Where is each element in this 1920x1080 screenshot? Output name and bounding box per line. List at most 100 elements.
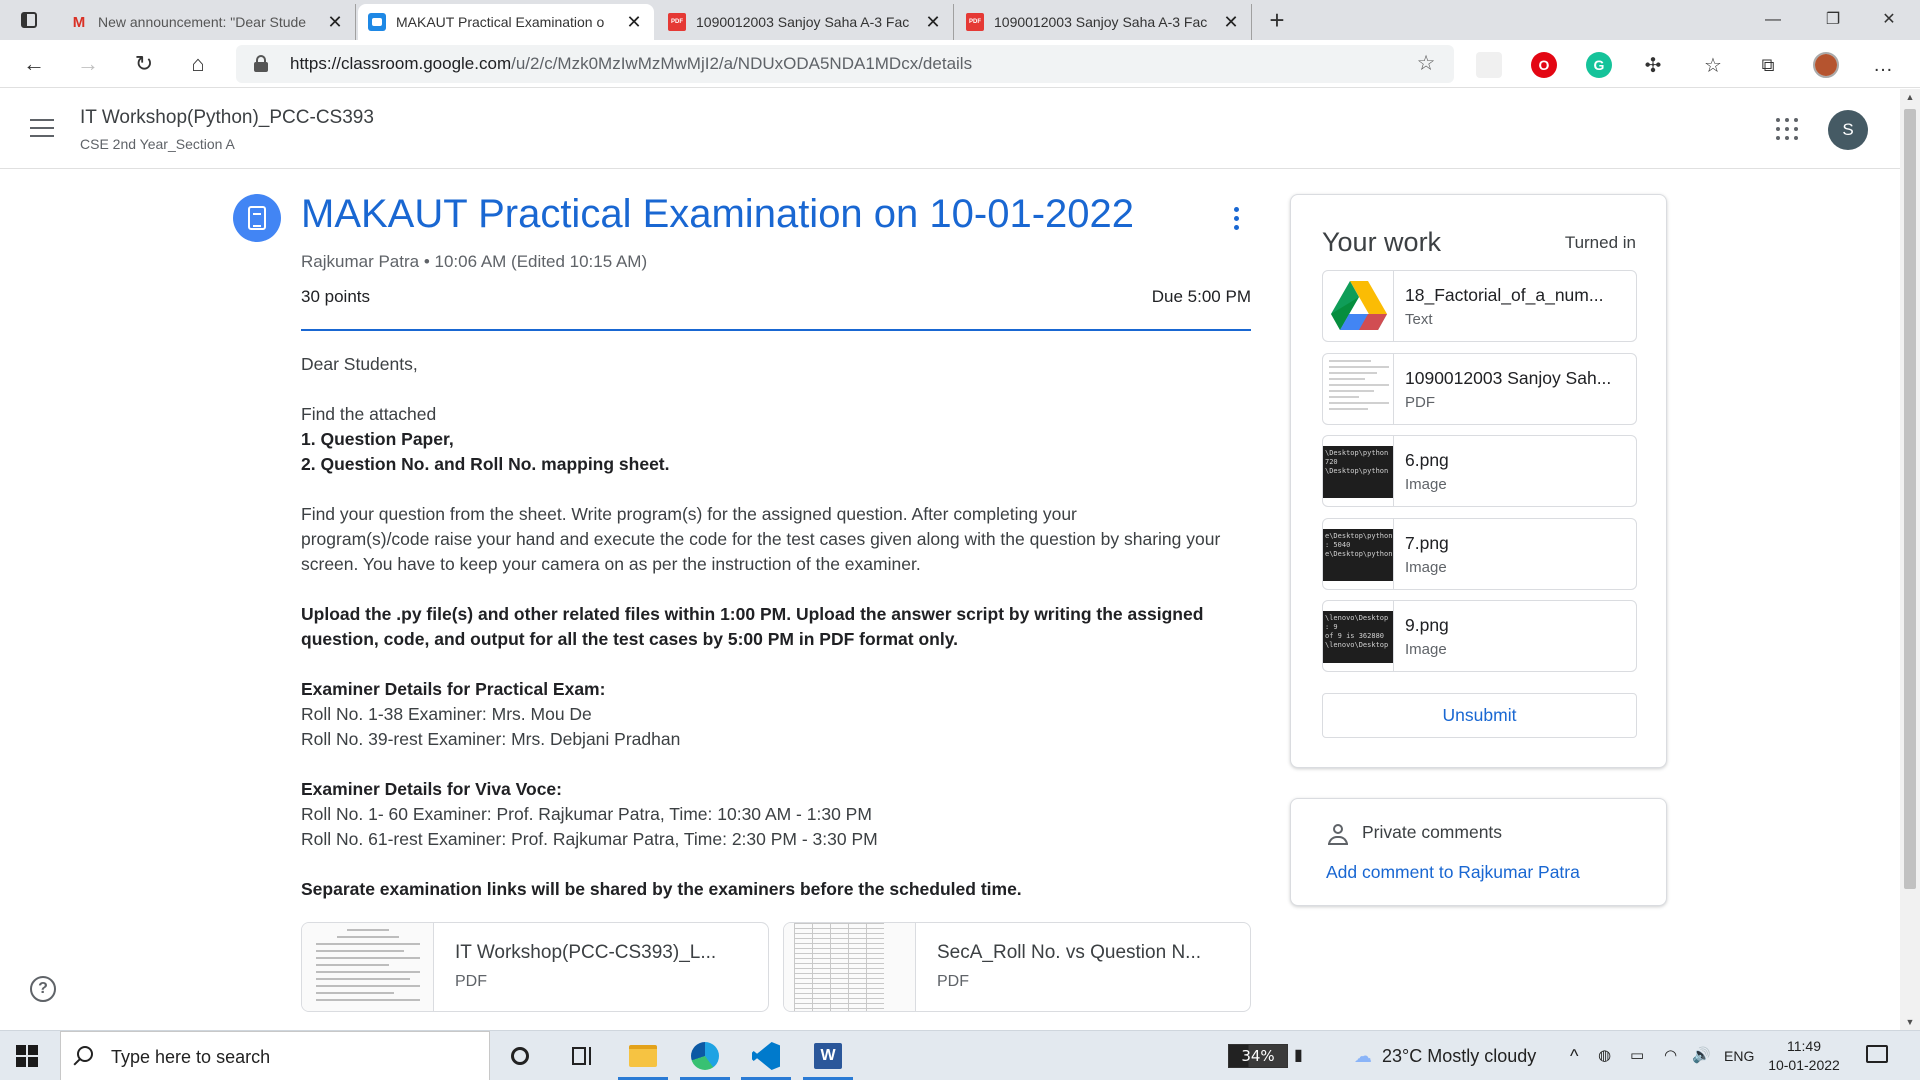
class-title[interactable]: IT Workshop(Python)_PCC-CS393	[80, 107, 374, 129]
terminal-preview: \Desktop\python 720 \Desktop\python	[1323, 446, 1393, 498]
submitted-file[interactable]: 18_Factorial_of_a_num... Text	[1322, 270, 1637, 342]
windows-start-icon[interactable]	[16, 1045, 38, 1067]
main-menu-icon[interactable]	[30, 119, 54, 137]
close-window-button[interactable]: ✕	[1866, 6, 1912, 34]
body-line: Find your question from the sheet. Write…	[301, 504, 1077, 524]
extensions-puzzle-icon[interactable]: ✣	[1640, 52, 1666, 78]
close-tab-icon[interactable]: ✕	[624, 12, 644, 32]
classroom-header: IT Workshop(Python)_PCC-CS393 CSE 2nd Ye…	[0, 89, 1900, 169]
assignment-title: MAKAUT Practical Examination on 10-01-20…	[301, 192, 1135, 236]
vscode-icon[interactable]	[749, 1039, 783, 1073]
assignment-icon	[233, 194, 281, 242]
attachment-question-paper[interactable]: IT Workshop(PCC-CS393)_L... PDF	[301, 922, 769, 1012]
tab-title: New announcement: "Dear Stude	[98, 14, 307, 30]
file-explorer-icon[interactable]	[626, 1039, 660, 1073]
browser-tab-pdf-1[interactable]: PDF 1090012003 Sanjoy Saha A-3 Fac ✕	[658, 4, 954, 40]
submission-status: Turned in	[1564, 233, 1636, 252]
scroll-down-arrow-icon[interactable]: ▼	[1900, 1014, 1920, 1030]
page-scrollbar[interactable]: ▲ ▼	[1900, 89, 1920, 1030]
clock-date: 10-01-2022	[1768, 1057, 1840, 1073]
account-avatar[interactable]: S	[1828, 110, 1868, 150]
file-type: Image	[1405, 641, 1447, 658]
body-line: Roll No. 39-rest Examiner: Mrs. Debjani …	[301, 729, 681, 749]
submitted-file[interactable]: 1090012003 Sanjoy Sah... PDF	[1322, 353, 1637, 425]
battery-meter[interactable]: 34%	[1228, 1044, 1288, 1068]
private-comments-label: Private comments	[1362, 822, 1503, 842]
tab-title: 1090012003 Sanjoy Saha A-3 Fac	[696, 14, 910, 30]
file-thumbnail: \lenovo\Desktop : 9 of 9 is 362880 \leno…	[1323, 601, 1394, 671]
url-text[interactable]: https://classroom.google.com/u/2/c/Mzk0M…	[290, 45, 972, 83]
body-line: program(s)/code raise your hand and exec…	[301, 529, 1221, 549]
extension-placeholder-icon[interactable]	[1476, 52, 1502, 78]
submitted-file[interactable]: e\Desktop\python lab : 5040 e\Desktop\py…	[1322, 518, 1637, 590]
address-bar[interactable]: https://classroom.google.com/u/2/c/Mzk0M…	[236, 45, 1454, 83]
browser-tab-gmail[interactable]: M New announcement: "Dear Stude ✕	[60, 4, 356, 40]
file-thumbnail: \Desktop\python 720 \Desktop\python	[1323, 436, 1394, 506]
file-thumbnail	[1323, 354, 1394, 424]
back-button[interactable]: ←	[18, 48, 50, 80]
preview-line: \Desktop\python	[1325, 449, 1389, 457]
body-line: Find the attached	[301, 404, 437, 424]
minimize-button[interactable]: —	[1750, 6, 1796, 34]
search-placeholder: Type here to search	[111, 1047, 271, 1067]
refresh-button[interactable]: ↻	[128, 48, 160, 80]
collections-icon[interactable]: ⧉	[1755, 52, 1781, 78]
attachment-name: IT Workshop(PCC-CS393)_L...	[455, 942, 717, 963]
home-button[interactable]: ⌂	[182, 48, 214, 80]
wifi-icon[interactable]: ◠	[1664, 1031, 1677, 1080]
classroom-icon	[368, 13, 386, 31]
browser-tab-pdf-2[interactable]: PDF 1090012003 Sanjoy Saha A-3 Fac ✕	[956, 4, 1252, 40]
restore-button[interactable]: ❐	[1810, 6, 1856, 34]
speaker-icon[interactable]: 🔊	[1692, 1031, 1711, 1080]
opera-extension-icon[interactable]: O	[1531, 52, 1557, 78]
google-apps-icon[interactable]	[1776, 118, 1798, 140]
profile-avatar[interactable]	[1813, 52, 1839, 78]
person-icon	[1327, 824, 1349, 846]
language-indicator[interactable]: ENG	[1724, 1031, 1754, 1080]
windows-taskbar: Type here to search W 34% ▮ ☁ 23°C Mostly…	[0, 1030, 1920, 1080]
system-clock[interactable]: 11:49 10-01-2022	[1766, 1037, 1842, 1075]
close-tab-icon[interactable]: ✕	[923, 12, 943, 32]
scroll-up-arrow-icon[interactable]: ▲	[1900, 89, 1920, 105]
task-view-icon[interactable]	[565, 1039, 599, 1073]
your-work-card: Your work Turned in 18_Factorial_of_a_nu…	[1290, 194, 1667, 768]
favorites-icon[interactable]: ☆	[1700, 52, 1726, 78]
show-hidden-icons-chevron-icon[interactable]: ^	[1570, 1031, 1578, 1080]
add-favorite-icon[interactable]: ☆	[1412, 50, 1440, 78]
more-vert-icon[interactable]	[1224, 205, 1248, 235]
scrollbar-thumb[interactable]	[1904, 109, 1916, 889]
unsubmit-button[interactable]: Unsubmit	[1322, 693, 1637, 738]
submitted-file[interactable]: \lenovo\Desktop : 9 of 9 is 362880 \leno…	[1322, 600, 1637, 672]
help-icon[interactable]: ?	[30, 976, 56, 1002]
weather-widget[interactable]: ☁ 23°C Mostly cloudy	[1354, 1031, 1536, 1080]
weather-text: 23°C Mostly cloudy	[1382, 1046, 1537, 1066]
tab-actions-menu-icon[interactable]	[14, 8, 42, 32]
terminal-preview: e\Desktop\python lab : 5040 e\Desktop\py…	[1323, 529, 1393, 581]
taskbar-search[interactable]: Type here to search	[60, 1031, 490, 1080]
body-line: Roll No. 61-rest Examiner: Prof. Rajkuma…	[301, 829, 878, 849]
submitted-file[interactable]: \Desktop\python 720 \Desktop\python 6.pn…	[1322, 435, 1637, 507]
browser-tab-classroom[interactable]: MAKAUT Practical Examination o ✕	[358, 4, 654, 40]
new-tab-button[interactable]: +	[1262, 6, 1292, 36]
word-icon[interactable]: W	[811, 1039, 845, 1073]
meet-now-icon[interactable]: ◍	[1598, 1031, 1611, 1080]
battery-icon[interactable]: ▭	[1630, 1031, 1644, 1080]
notification-center-icon[interactable]	[1866, 1045, 1888, 1063]
file-name: 18_Factorial_of_a_num...	[1405, 285, 1604, 305]
grammarly-extension-icon[interactable]: G	[1586, 52, 1612, 78]
preview-line: : 9	[1325, 623, 1338, 631]
forward-button[interactable]: →	[72, 48, 104, 80]
more-options-icon[interactable]: …	[1870, 52, 1896, 78]
attachment-roll-mapping[interactable]: SecA_Roll No. vs Question N... PDF	[783, 922, 1251, 1012]
assignment-meta: Rajkumar Patra • 10:06 AM (Edited 10:15 …	[301, 252, 648, 271]
tab-title: MAKAUT Practical Examination o	[396, 14, 605, 30]
add-comment-link[interactable]: Add comment to Rajkumar Patra	[1326, 862, 1580, 883]
body-line: Examiner Details for Practical Exam:	[301, 679, 606, 699]
cortana-icon[interactable]	[503, 1039, 537, 1073]
lock-icon[interactable]	[254, 55, 268, 73]
close-tab-icon[interactable]: ✕	[1221, 12, 1241, 32]
attachment-type: PDF	[937, 973, 969, 990]
close-tab-icon[interactable]: ✕	[325, 12, 345, 32]
file-type: Image	[1405, 476, 1447, 493]
edge-browser-icon[interactable]	[688, 1039, 722, 1073]
